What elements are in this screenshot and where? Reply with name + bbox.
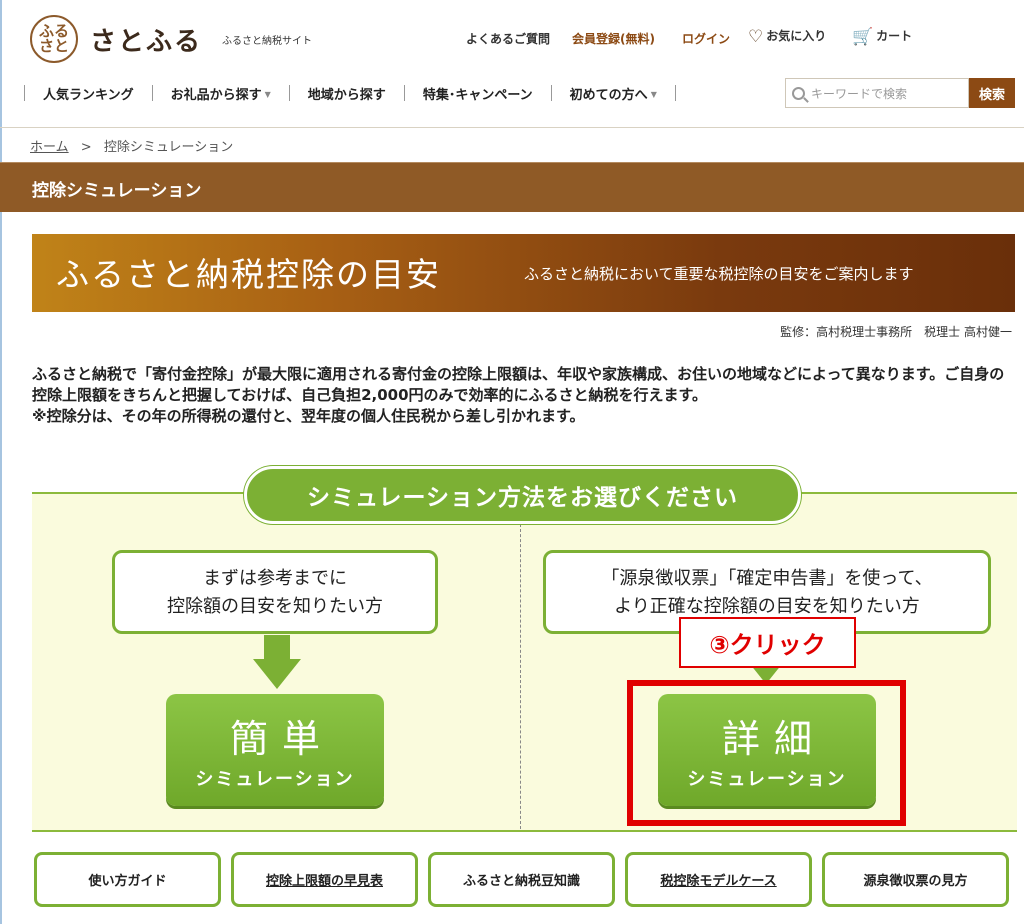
banner-title: ふるさと納税控除の目安 bbox=[56, 255, 441, 294]
register-link[interactable]: 会員登録(無料) bbox=[572, 30, 655, 47]
window-edge bbox=[0, 0, 2, 924]
heart-icon: ♡ bbox=[748, 27, 764, 47]
tab-label: 控除上限額の早見表 bbox=[265, 874, 383, 889]
simulation-heading: シミュレーション方法をお選びください bbox=[244, 466, 801, 524]
logo-subtitle: ふるさと納税サイト bbox=[222, 35, 313, 47]
tab-label: 税控除モデルケース bbox=[660, 874, 777, 889]
tab-model-cases[interactable]: 税控除モデルケース bbox=[625, 852, 812, 907]
logo-name: さとふる bbox=[90, 26, 203, 57]
breadcrumb: ホーム > 控除シミュレーション bbox=[30, 136, 233, 155]
nav-divider bbox=[674, 85, 676, 101]
breadcrumb-current: 控除シミュレーション bbox=[103, 140, 234, 155]
tab-label: ふるさと納税豆知識 bbox=[462, 874, 580, 889]
search-button[interactable]: 検索 bbox=[969, 78, 1015, 108]
intro-note: ※控除分は、その年の所得税の還付と、翌年度の個人住民税から差し引かれます。 bbox=[32, 407, 585, 425]
tab-limit-table[interactable]: 控除上限額の早見表 bbox=[231, 852, 418, 907]
faq-link[interactable]: よくあるご質問 bbox=[466, 30, 550, 47]
cart-label: カート bbox=[876, 29, 913, 43]
nav-beginners[interactable]: 初めての方へ ▼ bbox=[552, 84, 675, 103]
nav-gifts[interactable]: お礼品から探す ▼ bbox=[153, 84, 289, 103]
tab-label: 使い方ガイド bbox=[88, 874, 167, 889]
easy-button-subtitle: シミュレーション bbox=[195, 769, 355, 790]
panel-divider bbox=[520, 524, 521, 829]
tab-label: 源泉徴収票の見方 bbox=[863, 874, 968, 889]
logo-seal-icon: ふる さと bbox=[30, 15, 78, 63]
favorites-link[interactable]: ♡ お気に入り bbox=[748, 27, 826, 47]
breadcrumb-separator: > bbox=[80, 140, 92, 155]
caret-down-icon: ▼ bbox=[650, 89, 657, 99]
easy-simulation-button[interactable]: 簡単 シミュレーション bbox=[166, 694, 384, 806]
search-input[interactable]: キーワードで検索 bbox=[785, 78, 969, 108]
cart-link[interactable]: 🛒 カート bbox=[852, 27, 912, 47]
intro-paragraph: ふるさと納税で「寄付金控除」が最大限に適用される寄付金の控除上限額は、年収や家族… bbox=[32, 365, 1005, 404]
breadcrumb-home[interactable]: ホーム bbox=[30, 140, 69, 155]
guide-links: 使い方ガイド 控除上限額の早見表 ふるさと納税豆知識 税控除モデルケース 源泉徴… bbox=[34, 852, 1009, 907]
annotation-click-label: ③クリック bbox=[679, 617, 856, 668]
detail-desc-line1: 「源泉徴収票」「確定申告書」を使って、 bbox=[601, 568, 933, 589]
tab-withholding-slip[interactable]: 源泉徴収票の見方 bbox=[822, 852, 1009, 907]
nav-region[interactable]: 地域から探す bbox=[290, 84, 404, 103]
easy-description-bubble: まずは参考までに 控除額の目安を知りたい方 bbox=[112, 550, 438, 634]
caret-down-icon: ▼ bbox=[264, 89, 271, 99]
search-bar: キーワードで検索 検索 bbox=[785, 78, 1015, 108]
nav-ranking[interactable]: 人気ランキング bbox=[25, 84, 152, 103]
tab-usage-guide[interactable]: 使い方ガイド bbox=[34, 852, 221, 907]
nav-beginners-label: 初めての方へ bbox=[569, 87, 648, 103]
search-placeholder: キーワードで検索 bbox=[811, 86, 908, 101]
intro-text: ふるさと納税で「寄付金控除」が最大限に適用される寄付金の控除上限額は、年収や家族… bbox=[32, 364, 1017, 427]
main-nav: 人気ランキング お礼品から探す ▼ 地域から探す 特集･キャンペーン 初めての方へ… bbox=[24, 78, 676, 108]
supervision-credit: 監修：高村税理士事務所 税理士 高村健一 bbox=[780, 325, 1012, 339]
banner-subtitle: ふるさと納税において重要な税控除の目安をご案内します bbox=[524, 265, 914, 283]
easy-button-title: 簡単 bbox=[229, 717, 334, 761]
page-title: 控除シミュレーション bbox=[32, 181, 202, 201]
nav-gifts-label: お礼品から探す bbox=[170, 87, 262, 103]
tab-trivia[interactable]: ふるさと納税豆知識 bbox=[428, 852, 615, 907]
arrow-down-icon bbox=[253, 635, 301, 690]
cart-icon: 🛒 bbox=[852, 27, 874, 47]
favorites-label: お気に入り bbox=[766, 29, 827, 43]
hero-banner: ふるさと納税控除の目安 ふるさと納税において重要な税控除の目安をご案内します bbox=[32, 234, 1015, 312]
nav-campaign[interactable]: 特集･キャンペーン bbox=[405, 84, 551, 103]
easy-desc-line1: まずは参考までに bbox=[203, 568, 347, 589]
annotation-highlight-box bbox=[627, 680, 906, 826]
login-link[interactable]: ログイン bbox=[682, 30, 730, 47]
site-header: ふる さと さとふる ふるさと納税サイト よくあるご質問 会員登録(無料) ログ… bbox=[0, 0, 1024, 128]
site-logo[interactable]: ふる さと さとふる ふるさと納税サイト bbox=[30, 15, 312, 63]
page-title-bar: 控除シミュレーション bbox=[0, 162, 1024, 212]
search-icon bbox=[792, 86, 805, 100]
easy-desc-line2: 控除額の目安を知りたい方 bbox=[167, 596, 383, 617]
